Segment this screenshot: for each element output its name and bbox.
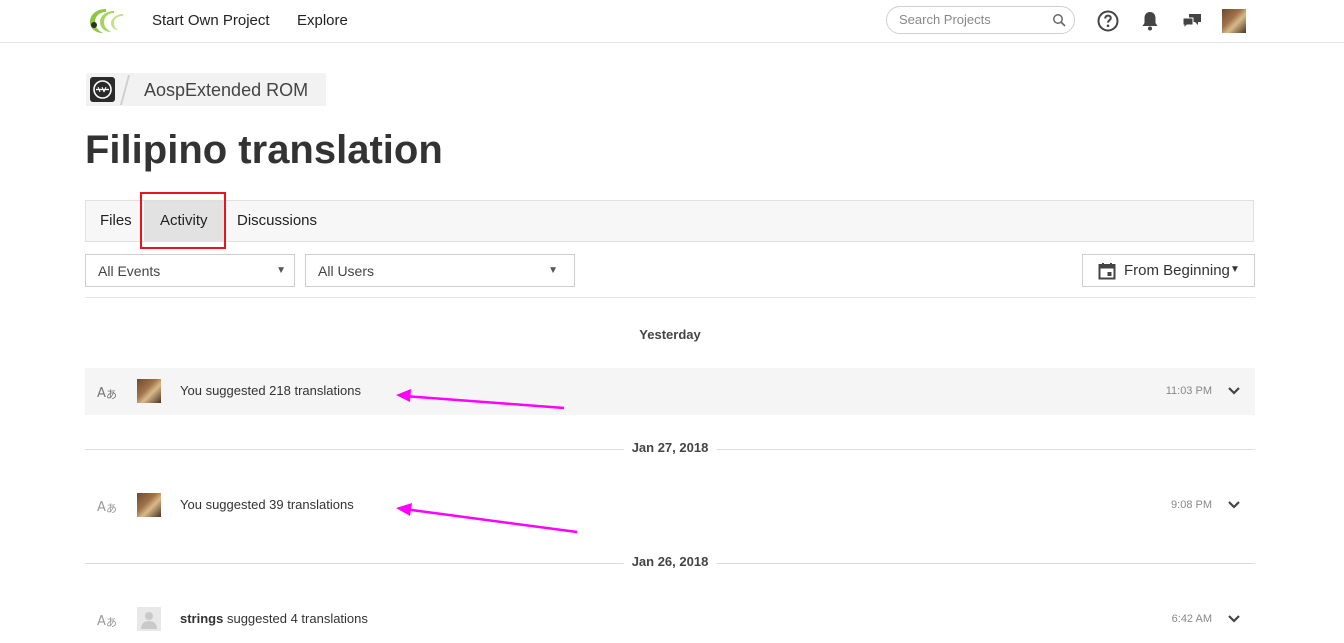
date-range-label: From Beginning	[1124, 262, 1230, 279]
top-navigation-bar: Start Own Project Explore	[0, 0, 1344, 43]
help-icon[interactable]	[1096, 9, 1120, 33]
start-own-project-link[interactable]: Start Own Project	[152, 12, 270, 29]
user-avatar[interactable]	[137, 493, 161, 517]
search-box	[886, 6, 1075, 34]
svg-text:A: A	[97, 386, 106, 400]
date-separator: Yesterday	[85, 326, 1255, 346]
messages-icon[interactable]	[1180, 9, 1204, 33]
user-silhouette-icon	[141, 612, 157, 629]
tab-activity[interactable]: Activity	[144, 201, 224, 241]
aex-logo-icon	[93, 80, 112, 99]
user-avatar[interactable]	[137, 379, 161, 403]
explore-link[interactable]: Explore	[297, 12, 348, 29]
tab-files[interactable]: Files	[86, 201, 146, 241]
calendar-icon	[1098, 263, 1116, 280]
activity-row[interactable]: A あ You suggested 218 translations 11:03…	[85, 368, 1255, 415]
svg-text:あ: あ	[106, 502, 117, 514]
date-heading: Yesterday	[631, 327, 709, 342]
date-heading: Jan 26, 2018	[623, 554, 717, 569]
activity-row[interactable]: A あ strings suggested 4 translations 6:4…	[85, 596, 1255, 643]
date-separator: Jan 26, 2018	[85, 553, 1255, 573]
svg-text:あ: あ	[106, 388, 117, 400]
date-heading: Jan 27, 2018	[623, 440, 717, 455]
translation-icon: A あ	[97, 500, 117, 514]
activity-text: You suggested 39 translations	[180, 497, 354, 512]
chevron-down-icon[interactable]	[1227, 612, 1241, 626]
crowdin-logo-icon[interactable]	[86, 5, 126, 37]
translation-icon: A あ	[97, 386, 117, 400]
tab-bar: Files Activity Discussions	[85, 200, 1254, 242]
user-avatar[interactable]	[1222, 9, 1246, 33]
svg-text:あ: あ	[106, 616, 117, 628]
default-avatar[interactable]	[137, 607, 161, 631]
chevron-down-icon[interactable]	[1227, 498, 1241, 512]
filters-divider	[85, 297, 1255, 298]
search-icon[interactable]	[1052, 13, 1066, 27]
svg-text:A: A	[97, 500, 106, 514]
activity-text: strings suggested 4 translations	[180, 611, 368, 626]
breadcrumb-separator	[119, 75, 131, 105]
breadcrumb[interactable]: AospExtended ROM	[86, 73, 326, 106]
caret-down-icon: ▼	[1230, 264, 1240, 275]
translation-icon: A あ	[97, 614, 117, 628]
events-filter-value: All Events	[98, 263, 161, 279]
activity-row[interactable]: A あ You suggested 39 translations 9:08 P…	[85, 482, 1255, 529]
svg-text:A: A	[97, 614, 106, 628]
dropdown-arrow-icon: ▼	[548, 265, 558, 276]
project-logo-icon	[90, 77, 115, 102]
activity-time: 6:42 AM	[1171, 613, 1212, 625]
date-range-button[interactable]: From Beginning ▼	[1082, 254, 1255, 287]
users-filter-value: All Users	[318, 263, 375, 279]
project-name[interactable]: AospExtended ROM	[144, 80, 308, 101]
users-filter-select[interactable]: All Users ▼	[305, 254, 575, 287]
search-input[interactable]	[899, 12, 1049, 27]
dropdown-arrow-icon: ▼	[276, 265, 286, 276]
chevron-down-icon[interactable]	[1227, 384, 1241, 398]
notifications-bell-icon[interactable]	[1138, 9, 1162, 33]
activity-text: You suggested 218 translations	[180, 383, 361, 398]
activity-time: 11:03 PM	[1165, 385, 1212, 397]
page-title: Filipino translation	[85, 128, 443, 172]
events-filter-select[interactable]: All Events ▼	[85, 254, 295, 287]
tab-discussions[interactable]: Discussions	[223, 201, 331, 241]
activity-time: 9:08 PM	[1171, 499, 1212, 511]
date-separator: Jan 27, 2018	[85, 439, 1255, 459]
